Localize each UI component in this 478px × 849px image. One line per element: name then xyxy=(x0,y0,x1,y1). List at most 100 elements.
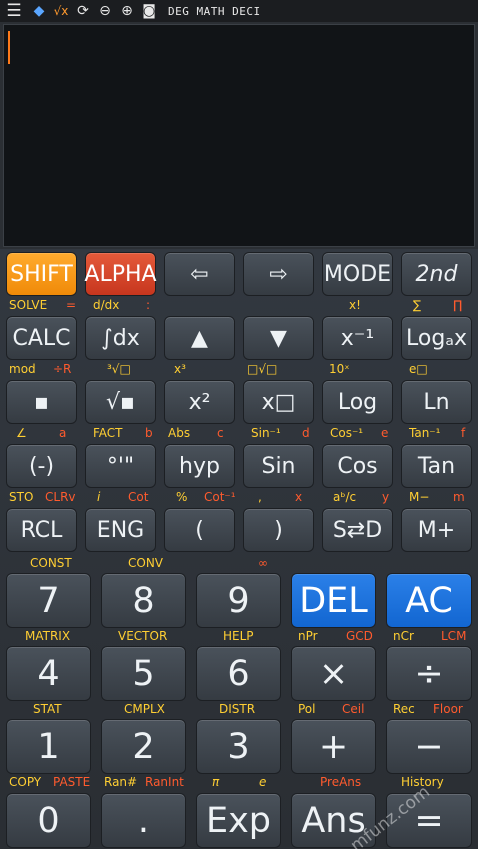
sqrt-icon[interactable]: √x xyxy=(50,4,72,18)
random-label: Ran# xyxy=(104,775,138,789)
decimal-point-button[interactable]: . xyxy=(101,793,186,848)
digit-6-button[interactable]: 6 xyxy=(196,646,281,701)
eng-button[interactable]: ENG xyxy=(85,508,156,552)
sqrt-button[interactable]: √▪ xyxy=(85,380,156,424)
rcl-button[interactable]: RCL xyxy=(6,508,77,552)
fraction-button[interactable]: ▪ xyxy=(6,380,77,424)
mixed-fraction-label: aᵇ/c xyxy=(333,490,357,504)
cursor-right-button[interactable]: ⇨ xyxy=(243,252,314,296)
mod-label: mod xyxy=(9,362,36,376)
fact-label: FACT xyxy=(93,426,123,440)
cmplx-label: CMPLX xyxy=(124,702,165,716)
sin-button[interactable]: Sin xyxy=(243,444,314,488)
calc-button[interactable]: CALC xyxy=(6,316,77,360)
infinity-label: ∞ xyxy=(258,556,268,570)
cursor-up-button[interactable]: ▲ xyxy=(164,316,235,360)
vector-label: VECTOR xyxy=(118,629,168,643)
factorial-label: x! xyxy=(349,298,361,312)
second-function-button[interactable]: 2nd xyxy=(401,252,472,296)
acot-label: Cot⁻¹ xyxy=(204,490,236,504)
var-a-label: a xyxy=(59,426,67,440)
colon-label: : xyxy=(146,298,151,312)
var-d-label: d xyxy=(302,426,310,440)
digit-9-button[interactable]: 9 xyxy=(196,573,281,628)
minus-circle-icon[interactable]: ⊖ xyxy=(94,3,116,19)
imaginary-label: i xyxy=(97,490,101,504)
log-button[interactable]: Log xyxy=(322,380,393,424)
input-cursor xyxy=(8,31,10,64)
digit-3-button[interactable]: 3 xyxy=(196,719,281,774)
digit-1-button[interactable]: 1 xyxy=(6,719,91,774)
ddx-label: d/dx xyxy=(93,298,120,312)
degree-minute-button[interactable]: °'" xyxy=(85,444,156,488)
preans-label: PreAns xyxy=(320,775,362,789)
shift-button[interactable]: SHIFT xyxy=(6,252,77,296)
camera-icon[interactable]: ◙ xyxy=(138,3,160,19)
inverse-button[interactable]: x⁻¹ xyxy=(322,316,393,360)
angle-label: ∠ xyxy=(16,426,27,440)
cos-button[interactable]: Cos xyxy=(322,444,393,488)
refresh-icon[interactable]: ⟳ xyxy=(72,3,94,19)
cursor-left-button[interactable]: ⇦ xyxy=(164,252,235,296)
help-label: HELP xyxy=(223,629,254,643)
alpha-button[interactable]: ALPHA xyxy=(84,252,157,296)
cube-label: x³ xyxy=(174,362,186,376)
var-m-label: m xyxy=(453,490,465,504)
log-base-button[interactable]: Logₐx xyxy=(401,316,472,360)
keypad: SHIFT ALPHA ⇦ ⇨ MODE 2nd SOLVE = d/dx : … xyxy=(0,249,478,849)
var-x-label: x xyxy=(295,490,303,504)
m-plus-button[interactable]: M+ xyxy=(401,508,472,552)
floor-label: Floor xyxy=(433,702,463,716)
digit-7-button[interactable]: 7 xyxy=(6,573,91,628)
npr-label: nPr xyxy=(298,629,318,643)
calculator-display[interactable] xyxy=(3,24,475,247)
delete-button[interactable]: DEL xyxy=(291,573,376,628)
multiply-button[interactable]: × xyxy=(291,646,376,701)
atan-label: Tan⁻¹ xyxy=(409,426,441,440)
percent-label: % xyxy=(176,490,188,504)
conv-label: CONV xyxy=(128,556,164,570)
exp-button[interactable]: Exp xyxy=(196,793,281,848)
digit-8-button[interactable]: 8 xyxy=(101,573,186,628)
paste-label: PASTE xyxy=(53,775,91,789)
divide-button[interactable]: ÷ xyxy=(386,646,472,701)
var-e-label: e xyxy=(381,426,389,440)
rec-label: Rec xyxy=(393,702,415,716)
product-label: ∏ xyxy=(453,298,463,312)
mode-button[interactable]: MODE xyxy=(322,252,393,296)
ncr-label: nCr xyxy=(393,629,414,643)
menu-icon[interactable]: ☰ xyxy=(0,0,28,22)
left-paren-button[interactable]: ( xyxy=(164,508,235,552)
ln-button[interactable]: Ln xyxy=(401,380,472,424)
digit-0-button[interactable]: 0 xyxy=(6,793,91,848)
plus-circle-icon[interactable]: ⊕ xyxy=(116,3,138,19)
sum-label: ∑ xyxy=(413,298,422,312)
var-f-label: f xyxy=(461,426,466,440)
s-to-d-button[interactable]: S⇄D xyxy=(322,508,393,552)
hyp-button[interactable]: hyp xyxy=(164,444,235,488)
digit-2-button[interactable]: 2 xyxy=(101,719,186,774)
status-bar: ☰ ◆ √x ⟳ ⊖ ⊕ ◙ DEG MATH DECI xyxy=(0,0,478,22)
right-paren-button[interactable]: ) xyxy=(243,508,314,552)
ceil-label: Ceil xyxy=(342,702,365,716)
subtract-button[interactable]: − xyxy=(386,719,472,774)
lcm-label: LCM xyxy=(441,629,467,643)
tan-button[interactable]: Tan xyxy=(401,444,472,488)
comma-label: , xyxy=(258,490,262,504)
square-button[interactable]: x² xyxy=(164,380,235,424)
cursor-down-button[interactable]: ▼ xyxy=(243,316,314,360)
const-label: CONST xyxy=(30,556,72,570)
digit-5-button[interactable]: 5 xyxy=(101,646,186,701)
add-button[interactable]: + xyxy=(291,719,376,774)
equals-label: = xyxy=(66,298,77,312)
all-clear-button[interactable]: AC xyxy=(386,573,472,628)
negative-button[interactable]: (-) xyxy=(6,444,77,488)
clrv-label: CLRv xyxy=(45,490,76,504)
mode-indicators: DEG MATH DECI xyxy=(168,4,261,18)
e-power-label: e□ xyxy=(409,362,428,376)
integral-button[interactable]: ∫dx xyxy=(85,316,156,360)
diamond-icon[interactable]: ◆ xyxy=(28,3,50,19)
var-b-label: b xyxy=(145,426,153,440)
digit-4-button[interactable]: 4 xyxy=(6,646,91,701)
power-button[interactable]: x□ xyxy=(243,380,314,424)
